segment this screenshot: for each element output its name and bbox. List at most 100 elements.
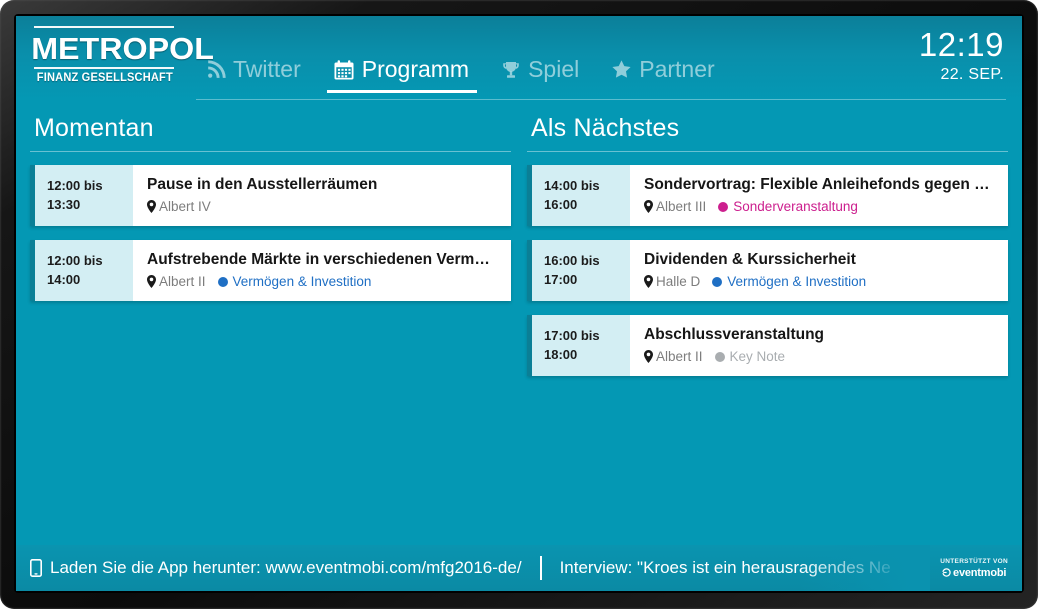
phone-icon <box>30 559 42 577</box>
session-time: 16:00 bis 17:00 <box>532 240 630 301</box>
session-meta: Albert II Key Note <box>644 349 994 364</box>
column-rule <box>30 151 511 152</box>
track-color-dot <box>712 276 723 287</box>
star-icon <box>611 59 632 80</box>
session-body: Aufstrebende Märkte in verschiedenen Ver… <box>133 240 511 301</box>
nav-item-twitter[interactable]: Twitter <box>194 56 321 93</box>
track-label: Vermögen & Investition <box>727 274 867 289</box>
nav-label-spiel: Spiel <box>528 56 580 82</box>
map-pin-icon <box>147 200 156 213</box>
session-end: 17:00 <box>544 272 578 287</box>
eventmobi-mark-icon <box>942 568 951 577</box>
track-label: Sonderveranstaltung <box>733 199 858 214</box>
session-location: Halle D <box>644 274 700 289</box>
sponsor-block: UNTERSTÜTZT VON eventmobi <box>940 558 1008 579</box>
nav-item-programm[interactable]: Programm <box>321 56 489 93</box>
logo-rule-top <box>34 26 174 28</box>
session-body: Abschlussveranstaltung Albert II Key Not <box>630 315 1008 376</box>
session-location: Albert III <box>644 199 706 214</box>
brand-name: METROPOL <box>31 31 214 66</box>
ticker-text-interview: Interview: "Kroes ist ein herausragendes… <box>559 558 891 577</box>
session-start: 14:00 bis <box>544 178 600 193</box>
eventmobi-logo: eventmobi <box>940 567 1008 579</box>
session-card[interactable]: 16:00 bis 17:00 Dividenden & Kurssicherh… <box>527 240 1008 301</box>
column-als-naechstes: Als Nächstes 14:00 bis 16:00 Sondervortr… <box>525 114 1010 545</box>
nav-label-partner: Partner <box>639 56 715 82</box>
session-track: Sonderveranstaltung <box>718 199 858 214</box>
session-time: 14:00 bis 16:00 <box>532 165 630 226</box>
track-color-dot <box>718 201 729 212</box>
map-pin-icon <box>147 275 156 288</box>
column-title: Als Nächstes <box>531 114 680 142</box>
session-start: 12:00 bis <box>47 253 103 268</box>
session-title: Pause in den Ausstellerräumen <box>147 176 378 193</box>
session-title: Sondervortrag: Flexible Anleihefonds geg… <box>644 176 994 193</box>
session-title: Abschlussveranstaltung <box>644 326 825 343</box>
clock-date: 22. SEP. <box>940 66 1004 83</box>
session-title: Aufstrebende Märkte in verschiedenen Ver… <box>147 251 497 268</box>
column-title: Momentan <box>34 114 154 142</box>
session-location-label: Albert II <box>159 274 206 289</box>
session-start: 12:00 bis <box>47 178 103 193</box>
clock: 12:19 22. SEP. <box>919 28 1004 85</box>
ticker-separator <box>539 556 542 580</box>
rss-icon <box>206 59 226 80</box>
map-pin-icon <box>644 350 653 363</box>
map-pin-icon <box>644 275 653 288</box>
brand-logo: METROPOL FINANZ GESELLSCHAFT <box>31 26 214 84</box>
session-time: 17:00 bis 18:00 <box>532 315 630 376</box>
nav-label-programm: Programm <box>361 56 470 82</box>
column-momentan: Momentan 12:00 bis 13:30 Pause in den Au… <box>28 114 513 545</box>
session-location: Albert II <box>147 274 206 289</box>
logo-rule-mid <box>34 67 174 69</box>
session-meta: Albert III Sonderveranstaltung <box>644 199 994 214</box>
session-location: Albert II <box>644 349 703 364</box>
nav-item-spiel[interactable]: Spiel <box>489 56 599 93</box>
schedule-columns: Momentan 12:00 bis 13:30 Pause in den Au… <box>16 100 1022 545</box>
nav-item-partner[interactable]: Partner <box>599 56 734 93</box>
sponsor-label: UNTERSTÜTZT VON <box>940 557 1008 565</box>
session-meta: Albert II Vermögen & Investition <box>147 274 497 289</box>
session-time: 12:00 bis 14:00 <box>35 240 133 301</box>
session-time: 12:00 bis 13:30 <box>35 165 133 226</box>
monitor-bezel: METROPOL FINANZ GESELLSCHAFT Twitter Pro… <box>0 0 1038 609</box>
session-card[interactable]: 17:00 bis 18:00 Abschlussveranstaltung A… <box>527 315 1008 376</box>
session-meta: Albert IV <box>147 199 497 214</box>
session-body: Dividenden & Kurssicherheit Halle D Verm <box>630 240 1008 301</box>
track-label: Vermögen & Investition <box>232 274 372 289</box>
session-location: Albert IV <box>147 199 211 214</box>
session-end: 16:00 <box>544 197 578 212</box>
session-location-label: Albert II <box>656 349 703 364</box>
session-body: Pause in den Ausstellerräumen Albert IV <box>133 165 511 226</box>
session-meta: Halle D Vermögen & Investition <box>644 274 994 289</box>
session-track: Vermögen & Investition <box>217 274 372 289</box>
nav-label-twitter: Twitter <box>233 56 301 82</box>
session-end: 14:00 <box>47 272 81 287</box>
main-nav: Twitter Programm Spiel Partner <box>194 56 735 93</box>
column-rule <box>527 151 1008 152</box>
trophy-icon <box>501 60 521 80</box>
screen: METROPOL FINANZ GESELLSCHAFT Twitter Pro… <box>16 16 1022 591</box>
session-location-label: Albert III <box>656 199 707 214</box>
track-color-dot <box>714 351 725 362</box>
track-label: Key Note <box>729 349 786 364</box>
session-title: Dividenden & Kurssicherheit <box>644 251 856 268</box>
session-card[interactable]: 12:00 bis 14:00 Aufstrebende Märkte in v… <box>30 240 511 301</box>
session-track: Key Note <box>714 349 786 364</box>
session-card[interactable]: 12:00 bis 13:30 Pause in den Ausstellerr… <box>30 165 511 226</box>
session-end: 13:30 <box>47 197 81 212</box>
track-color-dot <box>217 276 228 287</box>
session-location-label: Albert IV <box>159 199 211 214</box>
session-end: 18:00 <box>544 347 578 362</box>
ticker-item-interview: Interview: "Kroes ist ein herausragendes… <box>560 545 891 591</box>
ticker-text-app: Laden Sie die App herunter: www.eventmob… <box>50 558 522 577</box>
app-header: METROPOL FINANZ GESELLSCHAFT Twitter Pro… <box>16 16 1022 100</box>
ticker-item-app: Laden Sie die App herunter: www.eventmob… <box>30 545 522 591</box>
session-start: 17:00 bis <box>544 328 600 343</box>
session-location-label: Halle D <box>656 274 701 289</box>
session-body: Sondervortrag: Flexible Anleihefonds geg… <box>630 165 1008 226</box>
session-start: 16:00 bis <box>544 253 600 268</box>
session-card[interactable]: 14:00 bis 16:00 Sondervortrag: Flexible … <box>527 165 1008 226</box>
map-pin-icon <box>644 200 653 213</box>
ticker: Laden Sie die App herunter: www.eventmob… <box>30 545 931 591</box>
